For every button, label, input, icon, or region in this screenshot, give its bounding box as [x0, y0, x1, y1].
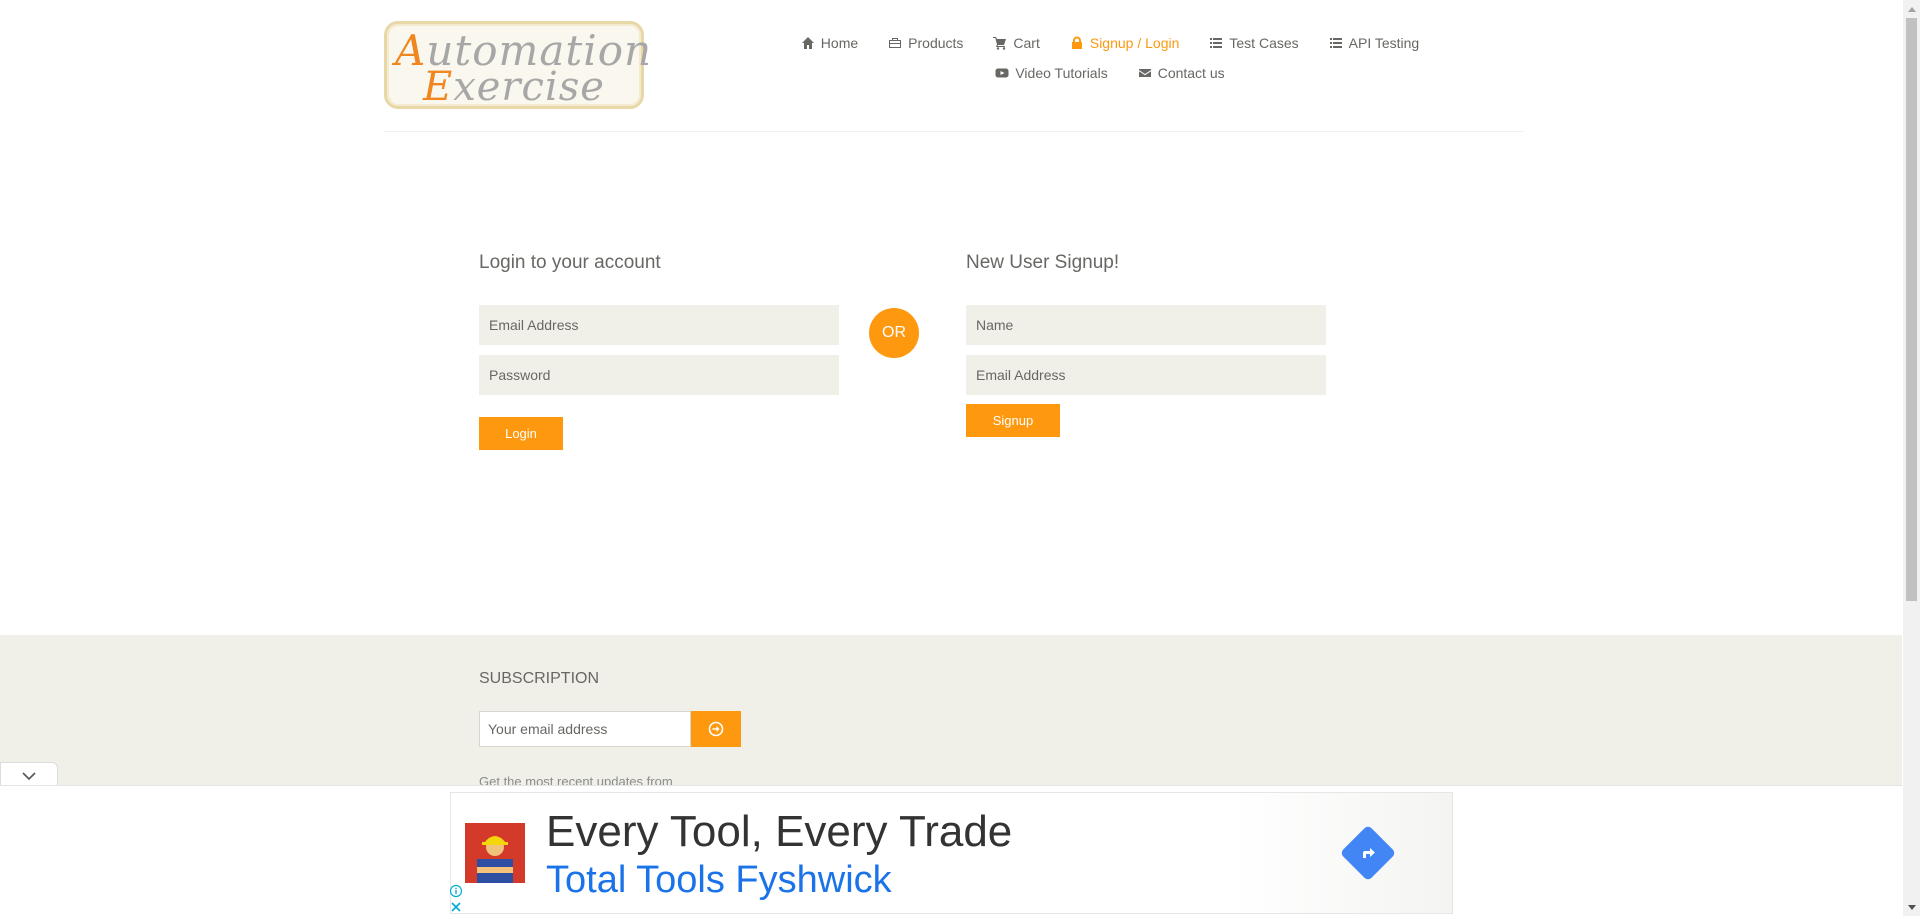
directions-icon	[1363, 848, 1375, 858]
scroll-up-arrow[interactable]	[1903, 0, 1920, 17]
nav-contact-us[interactable]: Contact us	[1123, 65, 1240, 81]
subscribe-button[interactable]	[691, 711, 741, 747]
nav-test-cases[interactable]: Test Cases	[1194, 35, 1313, 51]
home-icon	[801, 37, 814, 49]
login-password-input[interactable]	[479, 355, 839, 395]
lock-icon	[1071, 36, 1082, 49]
or-divider: OR	[869, 308, 919, 358]
list-icon	[1329, 38, 1342, 48]
login-button[interactable]: Login	[479, 417, 563, 450]
page: Automation Exercise Home Products Cart S…	[0, 0, 1902, 917]
ad-close-icon[interactable]	[449, 900, 463, 914]
nav-row-1: Home Products Cart Signup / Login Test C…	[780, 28, 1440, 58]
scroll-down-arrow[interactable]	[1903, 899, 1920, 916]
chevron-down-icon	[22, 771, 36, 780]
worker-illustration-icon	[465, 823, 525, 883]
envelope-icon	[1138, 69, 1151, 77]
nav-signup-login[interactable]: Signup / Login	[1055, 35, 1195, 51]
footer	[0, 635, 1902, 795]
subscribe-email-input[interactable]	[479, 711, 691, 747]
main-nav: Home Products Cart Signup / Login Test C…	[780, 28, 1440, 88]
nav-products[interactable]: Products	[873, 35, 978, 51]
nav-cart[interactable]: Cart	[978, 35, 1054, 51]
subscription-title: SUBSCRIPTION	[479, 670, 600, 687]
youtube-play-icon	[995, 68, 1009, 78]
ad-info-icon[interactable]	[449, 884, 463, 898]
ad-advertiser-logo[interactable]	[465, 823, 525, 883]
ad-headline[interactable]: Every Tool, Every Trade	[546, 807, 1012, 857]
site-logo[interactable]: Automation Exercise	[384, 21, 651, 110]
signup-button[interactable]: Signup	[966, 404, 1060, 437]
ad-advertiser-name[interactable]: Total Tools Fyshwick	[546, 859, 892, 902]
login-email-input[interactable]	[479, 305, 839, 345]
signup-name-input[interactable]	[966, 305, 1326, 345]
logo-line-2: Exercise	[423, 64, 605, 110]
ad-banner[interactable]: Every Tool, Every Trade Total Tools Fysh…	[450, 792, 1453, 914]
nav-api-testing[interactable]: API Testing	[1314, 35, 1435, 51]
signup-title: New User Signup!	[966, 252, 1120, 273]
nav-home[interactable]: Home	[786, 35, 873, 51]
cart-icon	[993, 37, 1007, 50]
arrow-circle-right-icon	[708, 721, 724, 737]
scrollbar-thumb[interactable]	[1906, 18, 1917, 601]
nav-video-tutorials[interactable]: Video Tutorials	[980, 65, 1122, 81]
triangle-up-icon	[1907, 6, 1916, 12]
triangle-down-icon	[1907, 904, 1916, 910]
login-title: Login to your account	[479, 252, 661, 273]
list-icon	[1210, 38, 1223, 48]
products-icon	[889, 38, 902, 48]
signup-email-input[interactable]	[966, 355, 1326, 395]
nav-row-2: Video Tutorials Contact us	[780, 58, 1440, 88]
header-divider	[384, 131, 1524, 132]
